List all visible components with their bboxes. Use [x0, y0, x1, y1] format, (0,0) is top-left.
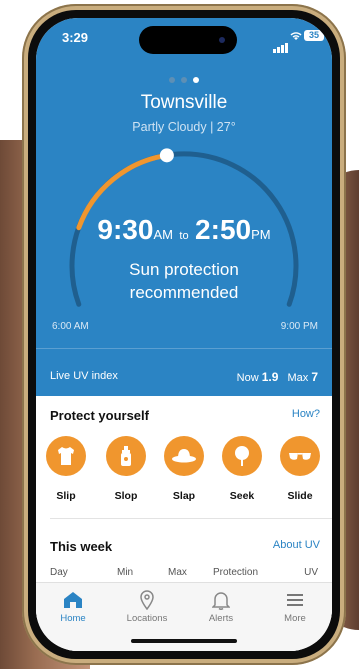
- tab-label: Home: [60, 613, 86, 624]
- action-label: Seek: [229, 490, 255, 502]
- message-line-1: Sun protection: [129, 260, 239, 279]
- tab-label: Alerts: [208, 613, 234, 624]
- col-uv: UV: [304, 567, 318, 578]
- action-seek[interactable]: Seek: [214, 436, 270, 502]
- app-screen: 3:29 35 Townsville Partly Cloudy | 27° 9…: [36, 18, 332, 651]
- end-suffix: PM: [251, 227, 271, 242]
- home-indicator: [131, 639, 237, 643]
- action-label: Slide: [287, 490, 313, 502]
- action-label: Slip: [56, 490, 76, 502]
- action-slide[interactable]: Slide: [272, 436, 328, 502]
- hat-icon: [164, 436, 204, 476]
- sun-header: 3:29 35 Townsville Partly Cloudy | 27° 9…: [36, 18, 332, 396]
- tab-label: Locations: [126, 613, 168, 624]
- tab-locations[interactable]: Locations: [110, 589, 184, 624]
- location-pin-icon: [110, 589, 184, 611]
- protection-times: 9:30AM to 2:50PM: [36, 214, 332, 246]
- tab-alerts[interactable]: Alerts: [184, 589, 258, 624]
- uv-now-label: Now: [236, 372, 259, 384]
- col-protection: Protection: [213, 567, 259, 578]
- tab-label: More: [284, 613, 306, 624]
- home-icon: [36, 589, 110, 611]
- action-slap[interactable]: Slap: [156, 436, 212, 502]
- how-link[interactable]: How?: [292, 408, 320, 420]
- action-label: Slap: [172, 490, 196, 502]
- day-start-time: 6:00 AM: [52, 321, 89, 332]
- uv-max-label: Max: [287, 372, 309, 384]
- tab-bar: Home Locations Alerts More: [36, 582, 332, 651]
- shirt-icon: [46, 436, 86, 476]
- shade-tree-icon: [222, 436, 262, 476]
- section-divider: [50, 518, 332, 519]
- protect-heading: Protect yourself: [50, 408, 149, 423]
- message-line-2: recommended: [129, 283, 239, 302]
- protection-message: Sun protection recommended: [36, 258, 332, 304]
- tab-more[interactable]: More: [258, 589, 332, 624]
- uv-max-value: 7: [311, 370, 318, 384]
- action-label: Slop: [114, 490, 138, 502]
- col-day: Day: [50, 567, 68, 578]
- sun-position-marker: [159, 148, 174, 163]
- menu-icon: [258, 589, 332, 611]
- col-min: Min: [117, 567, 134, 578]
- tab-home[interactable]: Home: [36, 589, 110, 624]
- action-slop[interactable]: Slop: [98, 436, 154, 502]
- bell-icon: [184, 589, 258, 611]
- live-uv-label: Live UV index: [50, 370, 118, 382]
- uv-now-value: 1.9: [261, 370, 279, 384]
- sunscreen-icon: [106, 436, 146, 476]
- end-time: 2:50: [195, 214, 252, 245]
- day-end-time: 9:00 PM: [280, 321, 318, 332]
- start-suffix: AM: [153, 227, 173, 242]
- header-divider: [36, 348, 332, 349]
- action-slip[interactable]: Slip: [38, 436, 94, 502]
- uv-values: Now 1.9 Max 7: [237, 370, 318, 384]
- time-connector: to: [179, 230, 189, 242]
- sunglasses-icon: [280, 436, 320, 476]
- start-time: 9:30: [97, 214, 154, 245]
- week-heading: This week: [50, 539, 113, 554]
- col-max: Max: [168, 567, 187, 578]
- about-uv-link[interactable]: About UV: [273, 539, 320, 551]
